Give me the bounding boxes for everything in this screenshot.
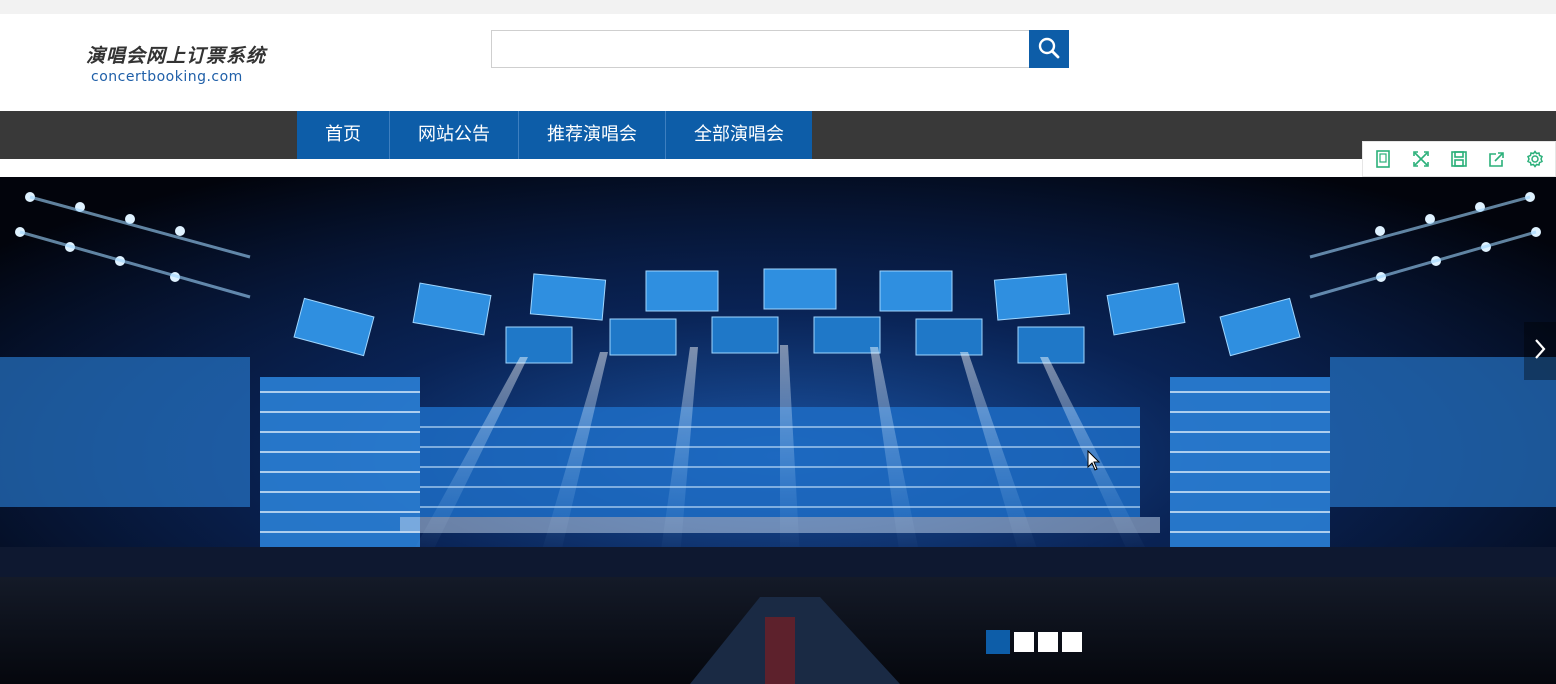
share-icon[interactable]	[1487, 149, 1507, 169]
fullscreen-icon[interactable]	[1411, 149, 1431, 169]
nav-item-announcements[interactable]: 网站公告	[390, 111, 519, 159]
mouse-cursor-icon	[1087, 449, 1101, 476]
search-bar	[491, 30, 1069, 68]
site-header: 演唱会网上订票系统 concertbooking.com	[0, 14, 1556, 111]
hero-banner-carousel[interactable]	[0, 177, 1556, 684]
carousel-indicators	[986, 630, 1082, 654]
carousel-dot-1[interactable]	[986, 630, 1010, 654]
floating-toolbar	[1362, 141, 1556, 177]
settings-icon[interactable]	[1525, 149, 1545, 169]
carousel-dot-2[interactable]	[1014, 632, 1034, 652]
mobile-icon[interactable]	[1373, 149, 1393, 169]
main-nav-bar: 首页 网站公告 推荐演唱会 全部演唱会	[0, 111, 1556, 159]
concert-stage-image	[0, 177, 1556, 684]
search-icon	[1038, 37, 1060, 62]
logo-domain: concertbooking.com	[91, 69, 243, 85]
top-strip	[0, 0, 1556, 14]
nav-item-recommended-concerts[interactable]: 推荐演唱会	[519, 111, 666, 159]
logo-title: 演唱会网上订票系统	[86, 45, 267, 67]
search-button[interactable]	[1029, 30, 1069, 68]
save-icon[interactable]	[1449, 149, 1469, 169]
chevron-right-icon	[1533, 338, 1547, 364]
main-nav: 首页 网站公告 推荐演唱会 全部演唱会	[297, 111, 812, 159]
nav-item-all-concerts[interactable]: 全部演唱会	[666, 111, 812, 159]
carousel-dot-4[interactable]	[1062, 632, 1082, 652]
site-logo[interactable]: 演唱会网上订票系统 concertbooking.com	[86, 41, 276, 85]
search-input[interactable]	[491, 30, 1029, 68]
nav-item-home[interactable]: 首页	[297, 111, 390, 159]
carousel-dot-3[interactable]	[1038, 632, 1058, 652]
carousel-next-button[interactable]	[1524, 322, 1556, 380]
